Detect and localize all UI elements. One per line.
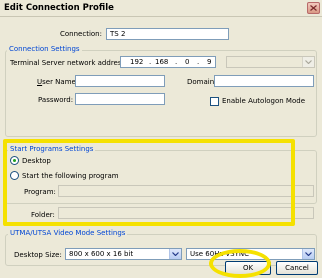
desktop-radio-label: Desktop (22, 157, 51, 165)
ip-octet-3: 0 (185, 58, 190, 66)
autologon-label: Enable Autologon Mode (222, 97, 306, 105)
chevron-down-icon (305, 60, 312, 64)
close-button[interactable] (307, 2, 320, 14)
refresh-rate-value: Use 60Hz VSYNC (190, 250, 250, 258)
chevron-down-icon (305, 252, 312, 256)
radio-selected-dot (13, 159, 16, 162)
ok-button[interactable]: OK (225, 261, 271, 275)
password-field[interactable] (75, 93, 165, 105)
cancel-button[interactable]: Cancel (276, 261, 318, 275)
dropdown-button[interactable] (169, 249, 181, 259)
connection-settings-legend: Connection Settings (7, 45, 82, 53)
start-program-radio[interactable] (10, 171, 19, 180)
ip-octet-1: 192 (130, 58, 144, 66)
ts-ip-address-field[interactable]: 192 . 168 . 0 . 9 (120, 56, 216, 68)
ip-octet-2: 168 (155, 58, 169, 66)
domain-label: Domain: (187, 78, 217, 86)
desktop-size-select[interactable]: 800 x 600 x 16 bit (65, 248, 182, 260)
ip-octet-4: 9 (207, 58, 212, 66)
ts-address-label: Terminal Server network address: (10, 59, 128, 67)
dropdown-button[interactable] (302, 249, 314, 259)
program-label: Program: (24, 188, 56, 196)
folder-field[interactable] (58, 207, 314, 219)
video-mode-legend: UTMA/UTSA Video Mode Settings (8, 229, 128, 237)
program-field[interactable] (58, 185, 314, 197)
connection-name-field[interactable]: TS 2 (106, 28, 229, 40)
domain-field[interactable] (214, 75, 314, 87)
desktop-size-value: 800 x 600 x 16 bit (69, 250, 134, 258)
start-program-radio-label: Start the following program (22, 172, 119, 180)
desktop-size-label: Desktop Size: (14, 251, 62, 259)
refresh-rate-select[interactable]: Use 60Hz VSYNC (186, 248, 315, 260)
user-name-label-text: ser Name: (42, 78, 79, 86)
title-bar[interactable]: Edit Connection Profile (0, 0, 322, 17)
desktop-radio[interactable] (10, 156, 19, 165)
autologon-checkbox[interactable] (210, 97, 219, 106)
start-programs-legend: Start Programs Settings (8, 145, 96, 153)
window-title: Edit Connection Profile (4, 3, 114, 13)
user-name-label: User Name: (37, 78, 79, 86)
user-name-field[interactable] (75, 75, 165, 87)
close-icon (310, 5, 317, 11)
edit-connection-profile-dialog: Edit Connection Profile Connection: TS 2… (0, 0, 322, 278)
chevron-down-icon (172, 252, 179, 256)
password-label: Password: (38, 96, 74, 104)
connection-label: Connection: (60, 30, 102, 38)
ip-dot: . (149, 58, 152, 66)
ip-dot: . (175, 58, 178, 66)
folder-label: Folder: (31, 211, 55, 219)
dropdown-button[interactable] (302, 57, 314, 67)
server-list-dropdown[interactable] (226, 56, 315, 68)
ip-dot: . (197, 58, 200, 66)
